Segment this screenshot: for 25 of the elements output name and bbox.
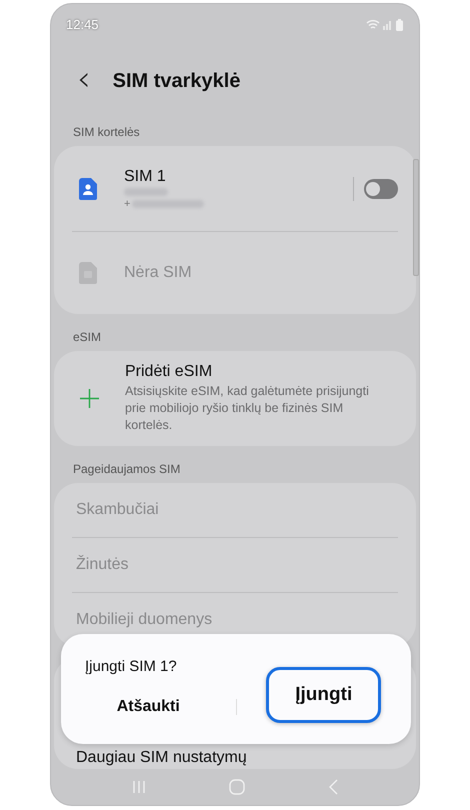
section-label: SIM kortelės (72, 125, 141, 142)
sim-name: SIM 1 (124, 168, 167, 186)
sim-contact-icon (78, 178, 98, 200)
battery-icon (396, 18, 403, 31)
dialog-title: Įjungti SIM 1? (84, 657, 178, 675)
back-button[interactable]: ‹ (73, 62, 95, 96)
add-esim-title: Pridėti eSIM (125, 363, 214, 382)
add-esim-row[interactable]: Pridėti eSIM Atsisiųskite eSIM, kad galėtumėte prisijungti prie mobiliojo ryšio tinklų be fizinės SIM kortelės. (54, 351, 416, 446)
recent-apps-icon[interactable] (132, 780, 146, 794)
sim-name: Nėra SIM (124, 264, 193, 282)
wifi-icon (366, 19, 380, 30)
add-esim-description: Atsisiųskite eSIM, kad galėtumėte prisijungti prie mobiliojo ryšio tinklų be fizinės SIM kortelės. (125, 383, 370, 434)
section-label: Pageidaujamos SIM (72, 462, 182, 478)
dialog-button[interactable]: Įjungti (266, 666, 382, 722)
section-label: eSIM (72, 330, 102, 346)
sim-toggle[interactable] (364, 178, 398, 199)
status-time: 12:45 (66, 17, 99, 32)
signal-icon (383, 19, 393, 30)
page-title: SIM tvarkyklė (112, 70, 240, 94)
plus-icon (80, 389, 99, 408)
sim-row[interactable]: SIM 1 + (54, 146, 416, 232)
phone-prefix: + (124, 198, 130, 210)
home-icon[interactable] (228, 779, 245, 795)
sim-card-icon (78, 262, 98, 284)
back-icon[interactable] (328, 779, 338, 795)
